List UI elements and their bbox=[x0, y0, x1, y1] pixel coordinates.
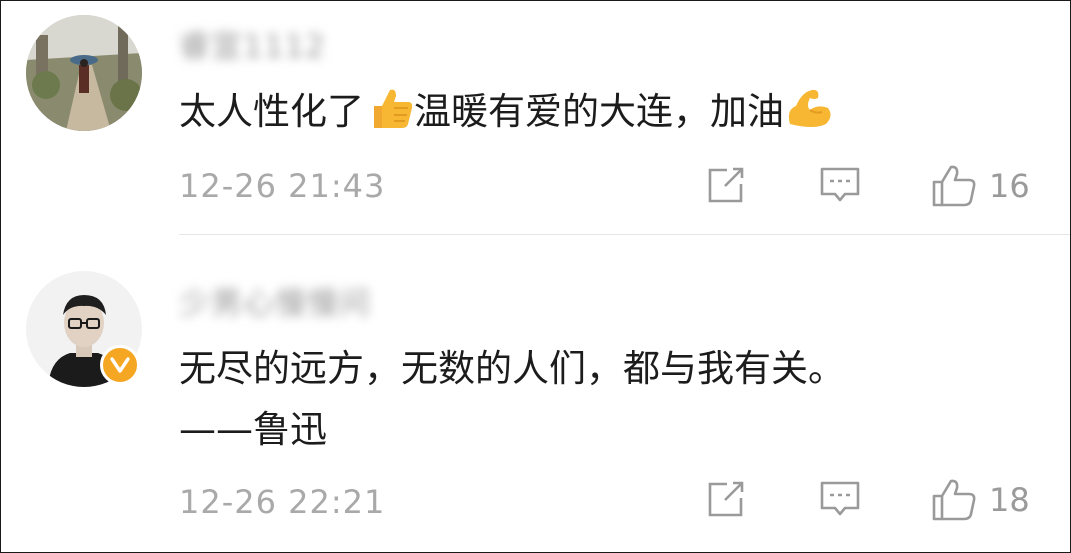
comment-item: 少男心慢慢问 无尽的远方，无数的人们，都与我有关。 ——鲁迅 12-26 22:… bbox=[1, 236, 1070, 552]
comment-divider bbox=[179, 234, 1070, 235]
like-count: 16 bbox=[989, 167, 1030, 205]
comment-icon bbox=[820, 167, 860, 202]
flexed-biceps-icon bbox=[788, 89, 831, 127]
reply-button[interactable] bbox=[819, 478, 861, 520]
comment-text-part: 太人性化了 bbox=[179, 90, 364, 133]
share-icon bbox=[708, 481, 744, 517]
thumbs-up-icon bbox=[374, 89, 413, 128]
comment-time: 12-26 21:43 bbox=[179, 167, 386, 205]
comment-time: 12-26 22:21 bbox=[179, 483, 386, 521]
reply-button[interactable] bbox=[819, 164, 861, 206]
like-count: 18 bbox=[989, 481, 1030, 519]
comment-list: 睿宣1112 太人性化了 温暖有爱的大连，加油 12-26 21:43 16 少… bbox=[0, 0, 1071, 553]
comment-icon bbox=[820, 481, 860, 516]
username[interactable]: 少男心慢慢问 bbox=[179, 278, 371, 323]
like-icon bbox=[932, 165, 976, 207]
share-icon bbox=[708, 167, 744, 203]
comment-text-part: 温暖有爱的大连，加油 bbox=[414, 90, 784, 133]
like-button[interactable]: 16 bbox=[931, 164, 1030, 208]
like-button[interactable]: 18 bbox=[931, 478, 1030, 522]
username[interactable]: 睿宣1112 bbox=[179, 21, 326, 66]
comment-text: 无尽的远方，无数的人们，都与我有关。 ——鲁迅 bbox=[179, 347, 845, 451]
avatar[interactable] bbox=[26, 15, 142, 131]
comment-item: 睿宣1112 太人性化了 温暖有爱的大连，加油 12-26 21:43 16 bbox=[1, 1, 1070, 235]
like-icon bbox=[932, 479, 976, 521]
share-button[interactable] bbox=[705, 478, 747, 520]
comment-text: 太人性化了 温暖有爱的大连，加油 bbox=[179, 81, 1030, 142]
verified-badge-icon bbox=[100, 345, 140, 385]
share-button[interactable] bbox=[705, 164, 747, 206]
